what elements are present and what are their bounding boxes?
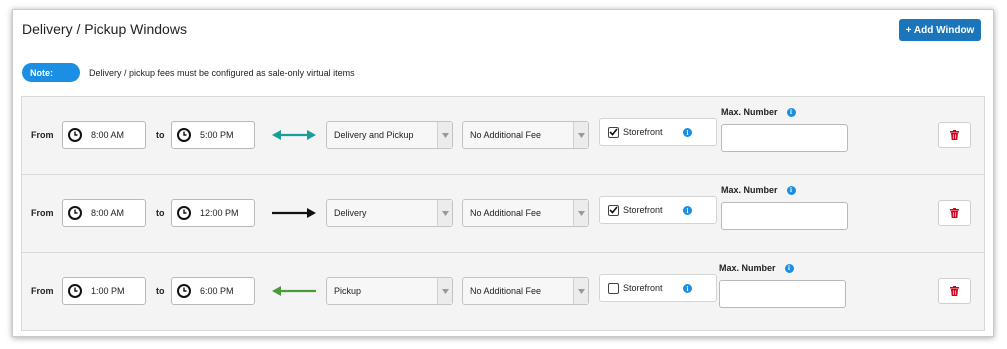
max-number-label: Max. Number i — [721, 107, 796, 117]
to-time-value: 6:00 PM — [200, 286, 234, 296]
trash-icon — [950, 286, 959, 296]
from-time-input[interactable]: 1:00 PM — [62, 277, 146, 305]
fee-select[interactable]: No Additional Fee — [462, 277, 589, 305]
chevron-down-icon — [437, 122, 452, 148]
from-time-input[interactable]: 8:00 AM — [62, 199, 146, 227]
window-row: From 8:00 AM to 5:00 PM Delivery and Pic… — [22, 97, 984, 175]
delivery-pickup-panel: Delivery / Pickup Windows + Add Window N… — [12, 9, 994, 337]
to-time-value: 5:00 PM — [200, 130, 234, 140]
chevron-down-icon — [437, 200, 452, 226]
window-type-select[interactable]: Delivery — [326, 199, 453, 227]
info-icon[interactable]: i — [786, 185, 796, 195]
window-row: From 8:00 AM to 12:00 PM Delivery No Add… — [22, 175, 984, 253]
to-time-input[interactable]: 12:00 PM — [171, 199, 255, 227]
window-type-value: Delivery and Pickup — [334, 130, 414, 140]
chevron-down-icon — [573, 122, 588, 148]
chevron-down-icon — [437, 278, 452, 304]
storefront-toggle[interactable]: Storefront i — [599, 196, 717, 224]
max-number-input[interactable] — [719, 280, 846, 308]
add-window-button[interactable]: + Add Window — [899, 19, 981, 41]
chevron-down-icon — [573, 200, 588, 226]
chevron-down-icon — [573, 278, 588, 304]
delete-window-button[interactable] — [938, 200, 971, 226]
fee-select[interactable]: No Additional Fee — [462, 121, 589, 149]
from-time-input[interactable]: 8:00 AM — [62, 121, 146, 149]
from-label: From — [31, 130, 54, 140]
max-number-label-text: Max. Number — [719, 263, 776, 273]
storefront-toggle[interactable]: Storefront i — [599, 118, 717, 146]
from-label: From — [31, 208, 54, 218]
info-icon[interactable]: i — [784, 263, 794, 273]
windows-list: From 8:00 AM to 5:00 PM Delivery and Pic… — [21, 96, 985, 331]
to-time-input[interactable]: 5:00 PM — [171, 121, 255, 149]
to-time-value: 12:00 PM — [200, 208, 239, 218]
from-time-value: 8:00 AM — [91, 130, 125, 140]
trash-icon — [950, 130, 959, 140]
fee-value: No Additional Fee — [470, 130, 542, 140]
info-icon[interactable]: i — [683, 284, 692, 293]
fee-select[interactable]: No Additional Fee — [462, 199, 589, 227]
max-number-label: Max. Number i — [721, 185, 796, 195]
to-label: to — [156, 286, 165, 296]
clock-icon — [177, 128, 191, 142]
max-number-label-text: Max. Number — [721, 107, 778, 117]
max-number-input[interactable] — [721, 202, 848, 230]
storefront-checkbox[interactable] — [608, 282, 619, 294]
storefront-toggle[interactable]: Storefront i — [599, 274, 717, 302]
note-banner: Note: Delivery / pickup fees must be con… — [22, 63, 355, 82]
clock-icon — [68, 206, 82, 220]
left-arrow-icon — [272, 286, 316, 296]
double-arrow-icon — [272, 130, 316, 140]
fee-value: No Additional Fee — [470, 208, 542, 218]
window-type-value: Pickup — [334, 286, 362, 296]
to-label: to — [156, 130, 165, 140]
storefront-checkbox[interactable] — [608, 204, 619, 216]
storefront-label: Storefront — [623, 283, 663, 293]
from-time-value: 8:00 AM — [91, 208, 125, 218]
to-label: to — [156, 208, 165, 218]
delete-window-button[interactable] — [938, 278, 971, 304]
window-type-select[interactable]: Delivery and Pickup — [326, 121, 453, 149]
max-number-label-text: Max. Number — [721, 185, 778, 195]
fee-value: No Additional Fee — [470, 286, 542, 296]
note-text: Delivery / pickup fees must be configure… — [89, 67, 355, 78]
storefront-label: Storefront — [623, 127, 663, 137]
trash-icon — [950, 208, 959, 218]
storefront-checkbox[interactable] — [608, 126, 619, 138]
info-icon[interactable]: i — [786, 107, 796, 117]
info-icon[interactable]: i — [683, 206, 692, 215]
window-row: From 1:00 PM to 6:00 PM Pickup No Additi… — [22, 253, 984, 330]
from-time-value: 1:00 PM — [91, 286, 125, 296]
clock-icon — [177, 284, 191, 298]
right-arrow-icon — [272, 208, 316, 218]
window-type-select[interactable]: Pickup — [326, 277, 453, 305]
window-type-value: Delivery — [334, 208, 367, 218]
clock-icon — [68, 284, 82, 298]
delete-window-button[interactable] — [938, 122, 971, 148]
page-title: Delivery / Pickup Windows — [22, 21, 187, 37]
to-time-input[interactable]: 6:00 PM — [171, 277, 255, 305]
note-badge: Note: — [22, 63, 80, 82]
from-label: From — [31, 286, 54, 296]
max-number-label: Max. Number i — [719, 263, 794, 273]
max-number-input[interactable] — [721, 124, 848, 152]
clock-icon — [177, 206, 191, 220]
storefront-label: Storefront — [623, 205, 663, 215]
clock-icon — [68, 128, 82, 142]
info-icon[interactable]: i — [683, 128, 692, 137]
